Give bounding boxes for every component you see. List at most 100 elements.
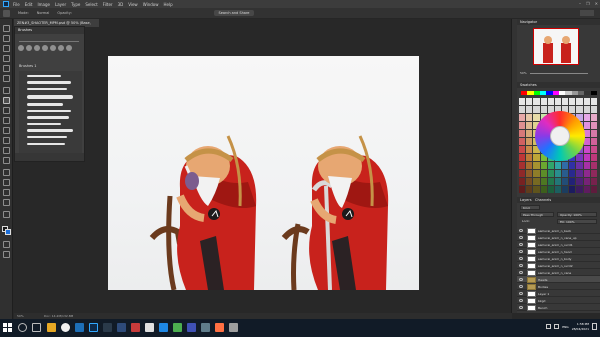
menu-help[interactable]: Help xyxy=(163,2,172,7)
eraser-tool-icon[interactable] xyxy=(3,127,10,134)
brush-preset-tip[interactable] xyxy=(42,45,48,51)
layer-filter-kind[interactable]: Kind xyxy=(520,205,540,210)
cortana-search-icon[interactable] xyxy=(18,323,27,332)
color-swatch[interactable] xyxy=(590,178,597,185)
color-swatch[interactable] xyxy=(554,162,562,169)
hand-tool-icon[interactable] xyxy=(3,211,10,218)
healing-tool-icon[interactable] xyxy=(3,87,10,94)
color-swatch[interactable] xyxy=(519,170,526,177)
mode-select[interactable]: Normal xyxy=(37,11,50,15)
color-swatch[interactable] xyxy=(526,170,533,177)
color-swatch[interactable] xyxy=(533,162,540,169)
color-swatch[interactable] xyxy=(583,114,590,121)
color-swatch[interactable] xyxy=(569,178,576,185)
color-swatch[interactable] xyxy=(533,114,540,121)
layer-row[interactable]: samurai_anim_n_cane_up xyxy=(517,234,600,241)
app-icon[interactable] xyxy=(215,323,224,332)
color-swatch[interactable] xyxy=(569,98,576,105)
color-swatch[interactable] xyxy=(569,170,576,177)
layer-visibility-icon[interactable] xyxy=(519,285,523,288)
color-swatch[interactable] xyxy=(590,146,597,153)
crop-tool-icon[interactable] xyxy=(3,65,10,72)
color-swatch[interactable] xyxy=(554,98,562,105)
layer-row[interactable]: samurai_anim_n_ovrd2 xyxy=(517,262,600,269)
blur-tool-icon[interactable] xyxy=(3,147,10,154)
layer-visibility-icon[interactable] xyxy=(519,271,523,274)
windows-start-icon[interactable] xyxy=(3,323,12,332)
color-swatch[interactable] xyxy=(547,98,554,105)
color-swatch[interactable] xyxy=(533,154,540,161)
network-icon[interactable] xyxy=(546,324,552,329)
swatches-title[interactable]: Swatches xyxy=(517,82,600,88)
layer-group-row[interactable]: Bodies xyxy=(517,283,600,290)
color-swatch[interactable] xyxy=(590,162,597,169)
blend-mode-select[interactable]: Pass Through xyxy=(520,212,554,217)
color-swatch[interactable] xyxy=(590,154,597,161)
brush-stroke-preview[interactable] xyxy=(27,143,65,145)
type-tool-icon[interactable] xyxy=(3,179,10,186)
color-swatch[interactable] xyxy=(562,186,569,193)
app-icon[interactable] xyxy=(201,323,210,332)
color-swatch[interactable] xyxy=(583,162,590,169)
workspace-switcher[interactable] xyxy=(580,10,594,16)
color-swatch[interactable] xyxy=(533,98,540,105)
layer-visibility-icon[interactable] xyxy=(519,250,523,253)
brush-preset-tip[interactable] xyxy=(26,45,32,51)
menu-type[interactable]: Type xyxy=(71,2,80,7)
screen-mode-icon[interactable] xyxy=(3,251,10,258)
color-swatch[interactable] xyxy=(576,98,583,105)
color-swatch[interactable] xyxy=(590,186,597,193)
menu-layer[interactable]: Layer xyxy=(55,2,66,7)
color-swatch[interactable] xyxy=(540,178,547,185)
color-swatch[interactable] xyxy=(533,170,540,177)
task-view-icon[interactable] xyxy=(32,323,41,332)
color-swatch[interactable] xyxy=(583,154,590,161)
color-swatch[interactable] xyxy=(533,106,540,113)
color-swatch[interactable] xyxy=(533,178,540,185)
gradient-tool-icon[interactable] xyxy=(3,137,10,144)
color-swatch[interactable] xyxy=(526,146,533,153)
color-swatch[interactable] xyxy=(540,162,547,169)
color-swatch[interactable] xyxy=(562,162,569,169)
color-swatch[interactable] xyxy=(590,170,597,177)
color-swatch[interactable] xyxy=(526,162,533,169)
menu-file[interactable]: File xyxy=(13,2,20,7)
color-swatch[interactable] xyxy=(590,138,597,145)
brush-stroke-preview[interactable] xyxy=(27,110,71,112)
layer-visibility-icon[interactable] xyxy=(519,229,523,232)
color-swatch[interactable] xyxy=(583,106,590,113)
menu-filter[interactable]: Filter xyxy=(103,2,113,7)
color-swatch[interactable] xyxy=(526,178,533,185)
quick-mask-icon[interactable] xyxy=(3,241,10,248)
quick-select-tool-icon[interactable] xyxy=(3,55,10,62)
eyedropper-tool-icon[interactable] xyxy=(3,75,10,82)
color-swatch[interactable] xyxy=(583,186,590,193)
navigator-zoom-value[interactable]: 50% xyxy=(520,71,527,75)
color-swatch[interactable] xyxy=(547,170,554,177)
layer-visibility-icon[interactable] xyxy=(519,264,523,267)
color-swatch[interactable] xyxy=(519,98,526,105)
color-swatch[interactable] xyxy=(519,154,526,161)
color-swatch[interactable] xyxy=(540,186,547,193)
lasso-tool-icon[interactable] xyxy=(3,45,10,52)
tab-channels[interactable]: Channels xyxy=(535,197,551,203)
document-canvas[interactable] xyxy=(108,56,419,290)
color-swatch[interactable] xyxy=(554,186,562,193)
color-swatch[interactable] xyxy=(554,178,562,185)
notifications-icon[interactable] xyxy=(592,323,597,330)
move-tool-icon[interactable] xyxy=(3,25,10,32)
terminal-icon[interactable] xyxy=(103,323,112,332)
color-swatch[interactable] xyxy=(540,170,547,177)
app-icon[interactable] xyxy=(145,323,154,332)
layer-visibility-icon[interactable] xyxy=(519,236,523,239)
color-swatch[interactable] xyxy=(526,106,533,113)
layer-visibility-icon[interactable] xyxy=(519,243,523,246)
volume-icon[interactable] xyxy=(554,324,560,329)
layer-fill[interactable]: Fill: 100% xyxy=(557,219,597,224)
color-swatch[interactable] xyxy=(583,178,590,185)
layer-row[interactable]: samurai_anim_n_back xyxy=(517,227,600,234)
layer-visibility-icon[interactable] xyxy=(519,257,523,260)
navigator-thumbnail[interactable] xyxy=(533,28,579,65)
path-select-tool-icon[interactable] xyxy=(3,189,10,196)
app-icon[interactable] xyxy=(173,323,182,332)
